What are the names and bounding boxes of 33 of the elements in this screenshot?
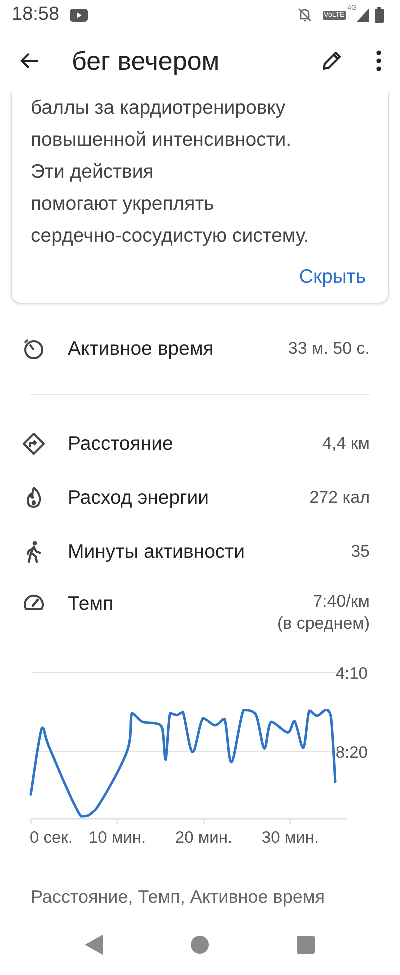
metric-label: Расстояние — [68, 432, 174, 456]
metric-value: 272 кал — [310, 488, 370, 508]
x-tick-label: 20 мин. — [175, 829, 233, 847]
battery-icon — [375, 7, 384, 23]
info-text: баллы за кардиотренировку повышенной интенсивности. Эти действия помогают укреплять сердечно-сосудистую систему. — [31, 96, 310, 249]
metric-label: Минуты активности — [68, 540, 246, 564]
metric-value: 35 — [351, 542, 370, 562]
clock: 18:58 — [12, 4, 60, 26]
metric-note: (в среднем) — [277, 613, 370, 635]
hide-button[interactable]: Скрыть — [299, 266, 370, 289]
metric-label: Темп — [68, 593, 115, 616]
square-icon — [297, 936, 315, 954]
home-circle-icon — [191, 936, 209, 954]
x-tick-label: 0 сек. — [30, 829, 73, 847]
metric-label: Активное время — [68, 338, 215, 360]
y-tick-label: 4:10 — [336, 665, 368, 683]
section-heading: Расстояние, Темп, Активное время — [31, 886, 325, 908]
x-tick-label: 30 мин. — [262, 829, 320, 847]
bell-off-icon — [297, 7, 314, 23]
metric-label: Расход энергии — [68, 486, 210, 510]
y-tick-label: 8:20 — [336, 744, 368, 762]
metric-value: 4,4 км — [322, 434, 370, 454]
screen-title: бег вечером — [72, 46, 221, 76]
route-diamond-icon — [22, 432, 46, 456]
signal-icon — [357, 8, 369, 22]
more-icon — [376, 50, 382, 72]
pencil-icon — [320, 49, 344, 73]
metric-value: 33 м. 50 с. — [288, 339, 370, 359]
triangle-back-icon — [85, 935, 103, 955]
video-icon — [70, 8, 88, 22]
x-tick-label: 10 мин. — [88, 829, 146, 847]
timer-icon — [22, 337, 46, 361]
metric-value: 7:40/км — [313, 591, 370, 613]
